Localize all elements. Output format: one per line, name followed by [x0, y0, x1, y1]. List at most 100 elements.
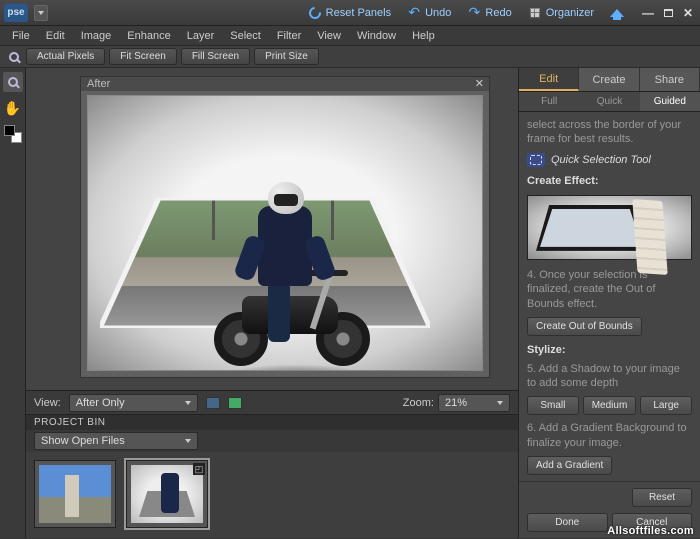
window-minimize[interactable]: — — [640, 6, 656, 20]
home-button[interactable] — [604, 4, 630, 22]
step5-text: 5. Add a Shadow to your image to add som… — [527, 362, 692, 391]
fit-screen-button[interactable]: Fit Screen — [109, 48, 177, 65]
menu-view[interactable]: View — [309, 28, 349, 44]
out-of-bounds-image — [100, 176, 440, 326]
hand-tool[interactable]: ✋ — [3, 98, 23, 118]
menu-select[interactable]: Select — [222, 28, 269, 44]
subtab-quick[interactable]: Quick — [579, 92, 639, 111]
document-title: After — [87, 78, 110, 90]
organizer-button[interactable]: Organizer — [522, 4, 600, 22]
step6-text: 6. Add a Gradient Background to finalize… — [527, 421, 692, 450]
zoom-select[interactable]: 21% — [438, 394, 510, 412]
tower-icon — [632, 199, 667, 275]
quick-selection-row[interactable]: Quick Selection Tool — [527, 153, 692, 167]
menu-bar: File Edit Image Enhance Layer Select Fil… — [0, 26, 700, 46]
document-window[interactable]: After ✕ — [80, 76, 490, 378]
subtab-full[interactable]: Full — [519, 92, 579, 111]
stylize-title: Stylize: — [527, 344, 692, 356]
undo-button[interactable]: ↶ Undo — [401, 4, 457, 22]
canvas-area: After ✕ — [26, 68, 518, 390]
title-bar: pse Reset Panels ↶ Undo ↷ Redo Organizer… — [0, 0, 700, 26]
app-logo-text: pse — [4, 4, 28, 22]
tools-palette: ✋ — [0, 68, 26, 538]
menu-layer[interactable]: Layer — [179, 28, 223, 44]
shadow-large-button[interactable]: Large — [640, 396, 692, 415]
view-mode-value: After Only — [76, 397, 125, 409]
options-bar: Actual Pixels Fit Screen Fill Screen Pri… — [0, 46, 700, 68]
chevron-down-icon — [185, 401, 191, 405]
guided-panel-body: select across the border of your frame f… — [519, 112, 700, 481]
create-effect-title: Create Effect: — [527, 175, 692, 187]
view-label: View: — [34, 397, 61, 409]
project-bin-filter-bar: Show Open Files — [26, 430, 518, 452]
project-bin: ◰ — [26, 452, 518, 538]
add-gradient-button[interactable]: Add a Gradient — [527, 456, 612, 475]
guided-badge-icon: ◰ — [193, 463, 205, 475]
zoom-tool-icon — [6, 49, 22, 65]
print-size-button[interactable]: Print Size — [254, 48, 319, 65]
menu-filter[interactable]: Filter — [269, 28, 309, 44]
menu-window[interactable]: Window — [349, 28, 404, 44]
subtab-guided[interactable]: Guided — [640, 92, 700, 111]
fill-screen-button[interactable]: Fill Screen — [181, 48, 250, 65]
redo-icon: ↷ — [467, 6, 481, 20]
workspace: After ✕ — [26, 68, 518, 538]
effect-preview — [527, 195, 692, 260]
zoom-label: Zoom: — [403, 397, 434, 409]
menu-help[interactable]: Help — [404, 28, 443, 44]
project-bin-header[interactable]: PROJECT BIN — [26, 414, 518, 430]
panel-tabs: Edit Create Share — [519, 68, 700, 92]
fg-bg-icon — [4, 125, 22, 143]
step4-text: 4. Once your selection is finalized, cre… — [527, 268, 692, 311]
thumbnail-image — [39, 465, 111, 523]
undo-icon: ↶ — [407, 6, 421, 20]
reset-panels-label: Reset Panels — [326, 7, 391, 19]
tab-create[interactable]: Create — [579, 68, 639, 91]
document-canvas[interactable] — [87, 95, 483, 371]
tab-share[interactable]: Share — [640, 68, 700, 91]
panel-subtabs: Full Quick Guided — [519, 92, 700, 112]
redo-button[interactable]: ↷ Redo — [461, 4, 517, 22]
document-footer: View: After Only Zoom: 21% — [26, 390, 518, 414]
view-mode-select[interactable]: After Only — [69, 394, 198, 412]
tab-edit[interactable]: Edit — [519, 68, 579, 91]
bin-thumbnail[interactable] — [34, 460, 116, 528]
organizer-icon — [528, 6, 542, 20]
motorcycle-rider — [218, 176, 368, 371]
actual-pixels-button[interactable]: Actual Pixels — [26, 48, 105, 65]
organizer-label: Organizer — [546, 7, 594, 19]
menu-image[interactable]: Image — [73, 28, 120, 44]
create-out-of-bounds-button[interactable]: Create Out of Bounds — [527, 317, 642, 336]
zoom-icon — [8, 77, 18, 87]
document-close[interactable]: ✕ — [472, 77, 487, 90]
right-panel: Edit Create Share Full Quick Guided sele… — [518, 68, 700, 538]
menu-enhance[interactable]: Enhance — [119, 28, 178, 44]
reset-button[interactable]: Reset — [632, 488, 692, 507]
app-logo[interactable]: pse — [4, 4, 48, 22]
window-close[interactable]: ✕ — [680, 6, 696, 20]
before-after-vert-icon[interactable] — [228, 397, 242, 409]
bin-thumbnail[interactable]: ◰ — [126, 460, 208, 528]
shadow-small-button[interactable]: Small — [527, 396, 579, 415]
chevron-down-icon — [497, 401, 503, 405]
menu-edit[interactable]: Edit — [38, 28, 73, 44]
before-after-horiz-icon[interactable] — [206, 397, 220, 409]
zoom-value: 21% — [445, 397, 467, 409]
reset-panels-button[interactable]: Reset Panels — [302, 4, 397, 22]
quick-selection-label: Quick Selection Tool — [551, 154, 651, 166]
bin-filter-value: Show Open Files — [41, 435, 125, 447]
menu-file[interactable]: File — [4, 28, 38, 44]
done-button[interactable]: Done — [527, 513, 608, 532]
shadow-medium-button[interactable]: Medium — [583, 396, 637, 415]
hint-text: select across the border of your frame f… — [527, 118, 692, 147]
color-swatch[interactable] — [3, 124, 23, 144]
redo-label: Redo — [485, 7, 511, 19]
workspace-switcher[interactable] — [34, 5, 48, 21]
window-maximize[interactable] — [660, 6, 676, 20]
quick-selection-icon — [527, 153, 545, 167]
zoom-tool[interactable] — [3, 72, 23, 92]
bin-filter-select[interactable]: Show Open Files — [34, 432, 198, 450]
chevron-down-icon — [185, 439, 191, 443]
home-icon — [610, 6, 624, 20]
undo-label: Undo — [425, 7, 451, 19]
